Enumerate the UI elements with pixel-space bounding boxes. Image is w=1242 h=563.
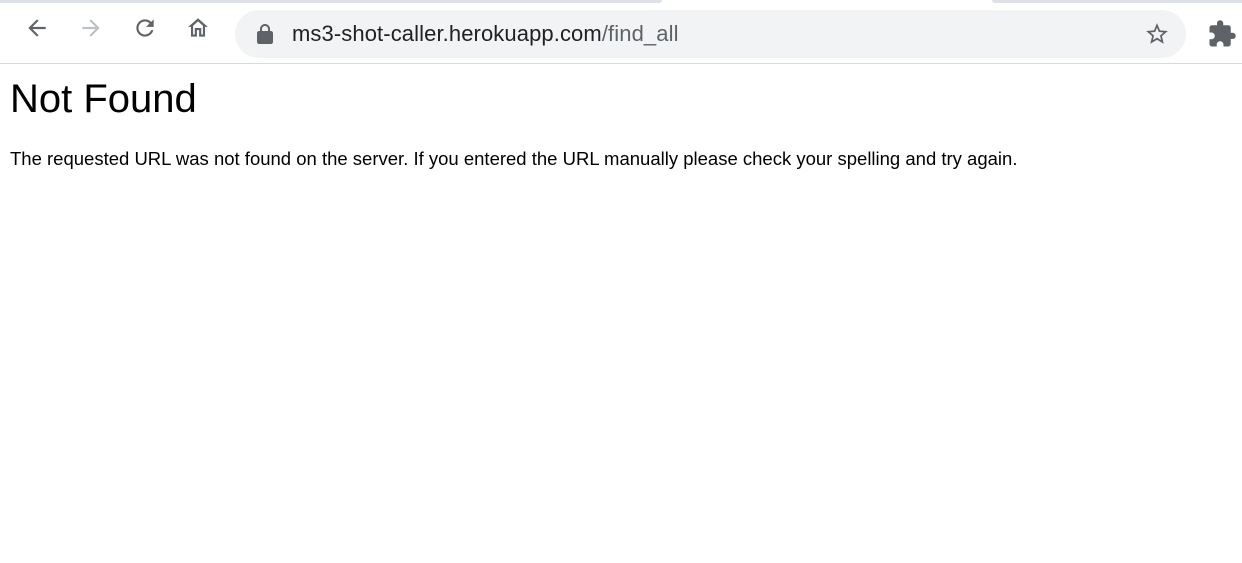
address-bar[interactable]: ms3-shot-caller.herokuapp.com/find_all — [235, 10, 1186, 58]
error-message: The requested URL was not found on the s… — [10, 148, 1018, 169]
tab-strip-edge — [0, 0, 662, 3]
reload-button[interactable] — [125, 8, 165, 48]
back-button[interactable] — [17, 8, 57, 48]
arrow-right-icon — [82, 19, 100, 37]
browser-toolbar: ms3-shot-caller.herokuapp.com/find_all — [0, 0, 1242, 64]
reload-icon — [136, 19, 154, 37]
url-text[interactable]: ms3-shot-caller.herokuapp.com/find_all — [292, 21, 679, 47]
page-content: Not Found The requested URL was not foun… — [0, 64, 1242, 563]
tab-strip-edge — [992, 0, 1242, 3]
lock-icon[interactable] — [256, 24, 274, 44]
star-icon[interactable] — [1144, 21, 1170, 47]
home-icon — [188, 18, 208, 37]
forward-button[interactable] — [71, 8, 111, 48]
url-path: /find_all — [601, 21, 679, 46]
page-title: Not Found — [10, 77, 197, 121]
arrow-left-icon — [28, 19, 46, 37]
puzzle-icon[interactable] — [1207, 19, 1237, 49]
home-button[interactable] — [178, 8, 218, 48]
url-host: ms3-shot-caller.herokuapp.com — [292, 21, 602, 46]
